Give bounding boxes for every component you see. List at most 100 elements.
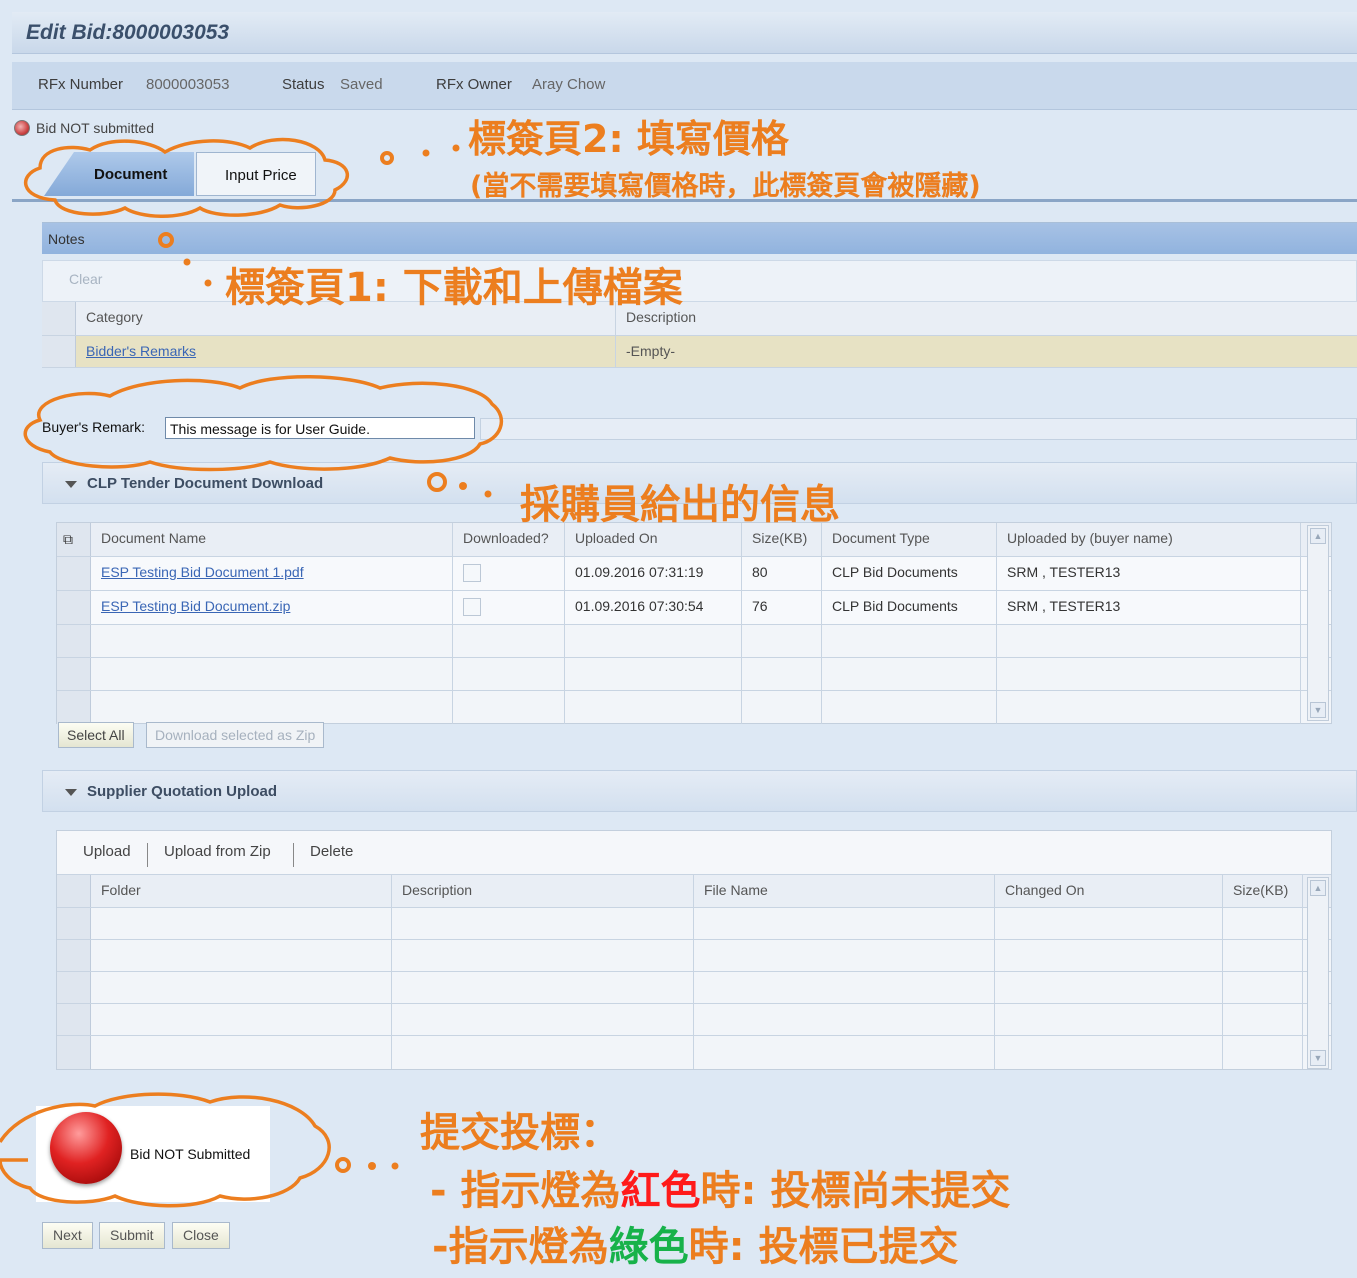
- empty-table-row: [57, 1004, 1331, 1036]
- empty-table-row: [57, 691, 1331, 724]
- submission-light-icon: [50, 1112, 122, 1184]
- uploaded-by-cell: SRM , TESTER13: [997, 557, 1301, 590]
- uploaded-by-cell: SRM , TESTER13: [997, 591, 1301, 624]
- annotation-red-word: 紅色: [620, 1168, 701, 1214]
- downloaded-cell: [453, 591, 565, 624]
- bid-status-line: Bid NOT submitted: [14, 120, 154, 136]
- downloaded-checkbox[interactable]: [463, 598, 481, 616]
- delete-button[interactable]: Delete: [310, 843, 353, 860]
- annotation-tab1-title: 標簽頁1: 下載和上傳檔案: [225, 265, 683, 311]
- annotation-green-prefix: -指示燈為: [432, 1224, 609, 1270]
- tab-input-price[interactable]: Input Price: [196, 152, 316, 196]
- title-bar: Edit Bid:8000003053: [12, 12, 1357, 54]
- scroll-up-icon[interactable]: ▲: [1310, 880, 1326, 896]
- annotation-tab2-title: 標簽頁2: 填寫價格: [468, 117, 789, 161]
- column-header-uploaded-by: Uploaded by (buyer name): [997, 523, 1301, 556]
- column-header-description: Description: [616, 302, 1357, 335]
- status-light-icon: [14, 120, 30, 136]
- empty-table-row: [57, 940, 1331, 972]
- upload-button[interactable]: Upload: [83, 843, 131, 860]
- notes-header: Notes: [42, 222, 1357, 254]
- category-cell: Bidder's Remarks: [76, 336, 616, 367]
- row-selector-header: [57, 875, 91, 907]
- annotation-tab2-note: (當不需要填寫價格時，此標簽頁會被隱藏): [470, 171, 981, 202]
- vertical-scrollbar[interactable]: ▲ ▼: [1307, 525, 1329, 721]
- empty-table-row: [57, 972, 1331, 1004]
- document-name-cell: ESP Testing Bid Document 1.pdf: [91, 557, 453, 590]
- rfx-number-value: 8000003053: [146, 76, 230, 93]
- empty-table-row: [57, 1036, 1331, 1069]
- column-header-description: Description: [392, 875, 694, 907]
- size-cell: 76: [742, 591, 822, 624]
- submission-status-label: Bid NOT Submitted: [130, 1146, 251, 1162]
- annotation-green-light: -指示燈為綠色時: 投標已提交: [432, 1214, 959, 1272]
- annotation-red-light: - 指示燈為紅色時: 投標尚未提交: [430, 1158, 1010, 1216]
- uploaded-on-cell: 01.09.2016 07:30:54: [565, 591, 742, 624]
- submit-button[interactable]: Submit: [99, 1222, 165, 1249]
- buyer-remark-field: This message is for User Guide.: [165, 417, 475, 439]
- document-link[interactable]: ESP Testing Bid Document.zip: [101, 598, 290, 614]
- column-header-changed-on: Changed On: [995, 875, 1223, 907]
- quotation-upload-panel: Upload Upload from Zip Delete Folder Des…: [56, 830, 1332, 1070]
- rfx-owner-value: Aray Chow: [532, 76, 606, 93]
- clear-button[interactable]: Clear: [69, 271, 102, 287]
- tender-download-section-title: CLP Tender Document Download: [87, 475, 324, 492]
- row-selector-header: [42, 302, 76, 335]
- page-title: Edit Bid:8000003053: [26, 21, 230, 44]
- quotation-upload-section-header[interactable]: Supplier Quotation Upload: [42, 770, 1357, 812]
- size-cell: 80: [742, 557, 822, 590]
- empty-table-row: [57, 658, 1331, 691]
- vertical-scrollbar[interactable]: ▲ ▼: [1307, 877, 1329, 1069]
- collapse-triangle-icon[interactable]: [65, 788, 77, 796]
- document-type-cell: CLP Bid Documents: [822, 557, 997, 590]
- column-header-size: Size(KB): [1223, 875, 1303, 907]
- annotation-red-suffix: 時: 投標尚未提交: [700, 1168, 1011, 1214]
- downloaded-checkbox[interactable]: [463, 564, 481, 582]
- scroll-down-icon[interactable]: ▼: [1310, 1050, 1326, 1066]
- next-button[interactable]: Next: [42, 1222, 93, 1249]
- rfx-info-bar: RFx Number 8000003053 Status Saved RFx O…: [12, 62, 1357, 110]
- bidders-remarks-link[interactable]: Bidder's Remarks: [86, 343, 196, 359]
- row-selector[interactable]: [42, 336, 76, 367]
- row-selector[interactable]: [57, 591, 91, 624]
- uploaded-on-cell: 01.09.2016 07:31:19: [565, 557, 742, 590]
- status-value: Saved: [340, 76, 383, 93]
- close-button[interactable]: Close: [172, 1222, 230, 1249]
- document-link[interactable]: ESP Testing Bid Document 1.pdf: [101, 564, 304, 580]
- tender-document-table: ⧉ Document Name Downloaded? Uploaded On …: [56, 522, 1332, 724]
- column-header-file-name: File Name: [694, 875, 995, 907]
- annotation-buyer-message: 採購員給出的信息: [520, 482, 840, 528]
- description-cell: -Empty-: [626, 343, 675, 359]
- scroll-up-icon[interactable]: ▲: [1310, 528, 1326, 544]
- rfx-number-label: RFx Number: [38, 76, 124, 93]
- toolbar-separator: [293, 843, 294, 867]
- bid-status-text: Bid NOT submitted: [36, 120, 155, 136]
- buyer-remark-label: Buyer's Remark:: [42, 419, 146, 435]
- row-selector[interactable]: [57, 557, 91, 590]
- buyer-remark-row: Buyer's Remark: This message is for User…: [12, 412, 1357, 442]
- status-label: Status: [282, 76, 325, 93]
- annotation-green-word: 綠色: [608, 1224, 689, 1270]
- column-header-folder: Folder: [91, 875, 392, 907]
- scroll-down-icon[interactable]: ▼: [1310, 702, 1326, 718]
- toolbar-separator: [147, 843, 148, 867]
- document-type-cell: CLP Bid Documents: [822, 591, 997, 624]
- empty-table-row: [57, 625, 1331, 658]
- column-settings-icon[interactable]: ⧉: [57, 523, 91, 556]
- annotation-green-suffix: 時: 投標已提交: [688, 1224, 959, 1270]
- rfx-owner-label: RFx Owner: [436, 76, 512, 93]
- upload-from-zip-button[interactable]: Upload from Zip: [164, 843, 271, 860]
- annotation-red-prefix: - 指示燈為: [430, 1168, 621, 1214]
- download-zip-button[interactable]: Download selected as Zip: [146, 722, 325, 748]
- table-row: Bidder's Remarks -Empty-: [42, 336, 1357, 368]
- table-row: ESP Testing Bid Document.zip 01.09.2016 …: [57, 591, 1331, 625]
- tab-document[interactable]: Document: [44, 152, 194, 196]
- annotation-submit-title: 提交投標：: [420, 1110, 620, 1156]
- select-all-button[interactable]: Select All: [58, 722, 134, 748]
- quotation-upload-section-title: Supplier Quotation Upload: [87, 783, 277, 800]
- collapse-triangle-icon[interactable]: [65, 480, 77, 488]
- column-header-document-type: Document Type: [822, 523, 997, 556]
- column-header-document-name: Document Name: [91, 523, 453, 556]
- document-name-cell: ESP Testing Bid Document.zip: [91, 591, 453, 624]
- empty-table-row: [57, 908, 1331, 940]
